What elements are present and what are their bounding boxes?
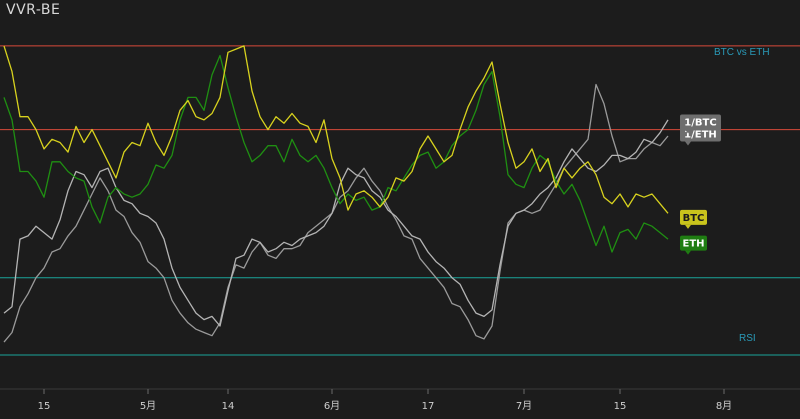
btc-vs-eth-annotation: BTC vs ETH — [714, 47, 770, 58]
x-tick-label: 15 — [614, 401, 627, 412]
chart-background — [0, 0, 800, 419]
x-tick-label: 15 — [38, 401, 51, 412]
page-title: VVR-BE — [6, 2, 61, 18]
x-tick-label: 7月 — [516, 400, 532, 412]
chart-area: 15 5月 14 6月 17 7月 15 8月 1/ETH1/BTCBTCETH BTC vs… — [0, 0, 800, 419]
rsi-annotation: RSI — [739, 333, 756, 344]
x-tick-label: 8月 — [716, 400, 732, 412]
series-label-text: 1/BTC — [684, 117, 716, 128]
x-tick-label: 6月 — [324, 400, 340, 412]
series-label-text: ETH — [682, 239, 704, 250]
x-tick-label: 5月 — [140, 400, 156, 412]
series-label-text: BTC — [683, 213, 705, 224]
x-tick-label: 17 — [422, 401, 435, 412]
x-tick-label: 14 — [222, 401, 235, 412]
